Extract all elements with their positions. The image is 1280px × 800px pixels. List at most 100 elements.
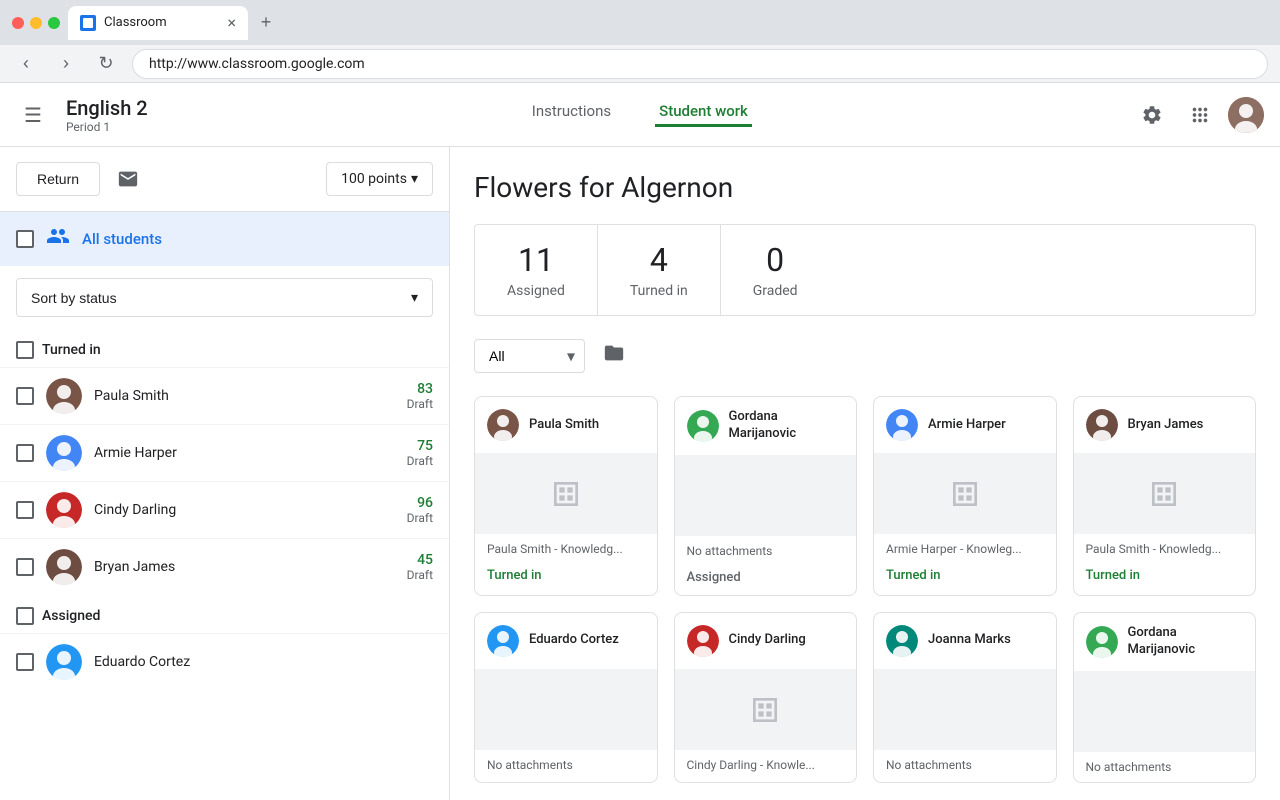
- eduardo-cortez-name: Eduardo Cortez: [94, 654, 433, 670]
- all-students-checkbox[interactable]: [16, 230, 34, 248]
- new-tab-button[interactable]: +: [252, 9, 280, 37]
- card-joanna-marks-attachment: No attachments: [874, 750, 1056, 780]
- card-paula-smith-status: Turned in: [475, 564, 657, 593]
- settings-button[interactable]: [1132, 95, 1172, 135]
- card-paula-smith-thumbnail: [475, 454, 657, 534]
- card-gordana2-attachment: No attachments: [1074, 752, 1256, 782]
- cindy-darling-name: Cindy Darling: [94, 502, 395, 518]
- card-gordana2-body: No attachments: [1074, 672, 1256, 782]
- student-row-paula-smith[interactable]: Paula Smith 83 Draft: [0, 367, 449, 424]
- card-gordana[interactable]: Gordana Marijanovic No attachments Assig…: [674, 396, 858, 596]
- card-eduardo-cortez-thumbnail: [475, 670, 657, 750]
- maximize-dot[interactable]: [48, 17, 60, 29]
- card-eduardo-cortez-avatar: [487, 625, 519, 657]
- apps-button[interactable]: [1180, 95, 1220, 135]
- folder-button[interactable]: [597, 336, 631, 376]
- turned-in-label: Turned in: [630, 283, 688, 299]
- return-button[interactable]: Return: [16, 162, 100, 196]
- card-eduardo-cortez[interactable]: Eduardo Cortez No attachments: [474, 612, 658, 783]
- card-paula-smith[interactable]: Paula Smith Paula Smith - Knowledg... Tu…: [474, 396, 658, 596]
- points-label: 100 points: [341, 171, 407, 187]
- student-row-eduardo-cortez[interactable]: Eduardo Cortez: [0, 633, 449, 690]
- filter-row: All Turned in Assigned Graded ▾: [474, 336, 1256, 376]
- card-paula-smith-name: Paula Smith: [529, 417, 599, 434]
- eduardo-cortez-avatar: [46, 644, 82, 680]
- assignment-title: Flowers for Algernon: [474, 171, 1256, 204]
- url-input[interactable]: http://www.classroom.google.com: [132, 49, 1268, 79]
- assigned-count: 11: [507, 241, 565, 279]
- student-row-armie-harper[interactable]: Armie Harper 75 Draft: [0, 424, 449, 481]
- card-bryan-james-avatar: [1086, 409, 1118, 441]
- card-joanna-marks-header: Joanna Marks: [874, 613, 1056, 670]
- header-nav: Instructions Student work: [164, 102, 1116, 127]
- assigned-section-header: Assigned: [0, 595, 449, 633]
- card-paula-smith-avatar: [487, 409, 519, 441]
- tab-close-button[interactable]: ×: [227, 15, 236, 31]
- armie-harper-name: Armie Harper: [94, 445, 395, 461]
- main-content: Flowers for Algernon 11 Assigned 4 Turne…: [450, 147, 1280, 800]
- points-arrow-icon: ▾: [411, 171, 418, 187]
- card-bryan-james[interactable]: Bryan James Paula Smith - Knowledg... Tu…: [1073, 396, 1257, 596]
- card-paula-smith-header: Paula Smith: [475, 397, 657, 454]
- card-paula-smith-body: Paula Smith - Knowledg... Turned in: [475, 454, 657, 593]
- cindy-darling-checkbox[interactable]: [16, 501, 34, 519]
- all-students-row[interactable]: All students: [0, 212, 449, 266]
- eduardo-cortez-checkbox[interactable]: [16, 653, 34, 671]
- filter-select-wrapper: All Turned in Assigned Graded ▾: [474, 339, 585, 373]
- armie-harper-grade: 75 Draft: [407, 438, 433, 468]
- card-armie-harper[interactable]: Armie Harper Armie Harper - Knowleg... T…: [873, 396, 1057, 596]
- armie-harper-checkbox[interactable]: [16, 444, 34, 462]
- card-gordana2-thumbnail: [1074, 672, 1256, 752]
- card-joanna-marks-avatar: [886, 625, 918, 657]
- card-armie-harper-thumbnail: [874, 454, 1056, 534]
- turned-in-section-checkbox[interactable]: [16, 341, 34, 359]
- card-joanna-marks-body: No attachments: [874, 670, 1056, 780]
- filter-select[interactable]: All Turned in Assigned Graded: [474, 339, 585, 373]
- card-armie-harper-body: Armie Harper - Knowleg... Turned in: [874, 454, 1056, 593]
- all-students-label: All students: [82, 230, 162, 248]
- header-actions: [1132, 95, 1264, 135]
- turned-in-section-header: Turned in: [0, 329, 449, 367]
- mail-button[interactable]: [108, 159, 148, 199]
- reload-button[interactable]: ↻: [92, 50, 120, 78]
- assigned-section-checkbox[interactable]: [16, 607, 34, 625]
- app-subtitle: Period 1: [66, 120, 148, 134]
- cindy-darling-avatar: [46, 492, 82, 528]
- card-bryan-james-name: Bryan James: [1128, 417, 1204, 434]
- graded-count: 0: [753, 241, 798, 279]
- card-joanna-marks[interactable]: Joanna Marks No attachments: [873, 612, 1057, 783]
- card-gordana-attachment: No attachments: [675, 536, 857, 566]
- sort-label: Sort by status: [31, 290, 117, 306]
- card-armie-harper-attachment: Armie Harper - Knowleg...: [874, 534, 1056, 564]
- points-dropdown[interactable]: 100 points ▾: [326, 162, 433, 196]
- card-joanna-marks-name: Joanna Marks: [928, 632, 1011, 649]
- card-bryan-james-thumbnail: [1074, 454, 1256, 534]
- minimize-dot[interactable]: [30, 17, 42, 29]
- paula-smith-checkbox[interactable]: [16, 387, 34, 405]
- nav-instructions[interactable]: Instructions: [528, 102, 615, 127]
- card-bryan-james-attachment: Paula Smith - Knowledg...: [1074, 534, 1256, 564]
- nav-student-work[interactable]: Student work: [655, 102, 752, 127]
- card-joanna-marks-thumbnail: [874, 670, 1056, 750]
- cards-grid: Paula Smith Paula Smith - Knowledg... Tu…: [474, 396, 1256, 783]
- bryan-james-checkbox[interactable]: [16, 558, 34, 576]
- card-gordana-thumbnail: [675, 456, 857, 536]
- card-gordana2-name: Gordana Marijanovic: [1128, 625, 1244, 659]
- hamburger-icon[interactable]: ☰: [16, 95, 50, 135]
- stat-graded: 0 Graded: [720, 225, 830, 315]
- user-avatar[interactable]: [1228, 97, 1264, 133]
- student-row-bryan-james[interactable]: Bryan James 45 Draft: [0, 538, 449, 595]
- forward-button[interactable]: ›: [52, 50, 80, 78]
- card-eduardo-cortez-header: Eduardo Cortez: [475, 613, 657, 670]
- card-bryan-james-status: Turned in: [1074, 564, 1256, 593]
- armie-harper-avatar: [46, 435, 82, 471]
- active-tab[interactable]: Classroom ×: [68, 6, 248, 40]
- sidebar-toolbar: Return 100 points ▾: [0, 147, 449, 212]
- close-dot[interactable]: [12, 17, 24, 29]
- student-row-cindy-darling[interactable]: Cindy Darling 96 Draft: [0, 481, 449, 538]
- back-button[interactable]: ‹: [12, 50, 40, 78]
- sort-dropdown-button[interactable]: Sort by status ▾: [16, 278, 433, 317]
- card-cindy-darling[interactable]: Cindy Darling Cindy Darling - Knowle...: [674, 612, 858, 783]
- card-gordana2[interactable]: Gordana Marijanovic No attachments: [1073, 612, 1257, 783]
- card-bryan-james-body: Paula Smith - Knowledg... Turned in: [1074, 454, 1256, 593]
